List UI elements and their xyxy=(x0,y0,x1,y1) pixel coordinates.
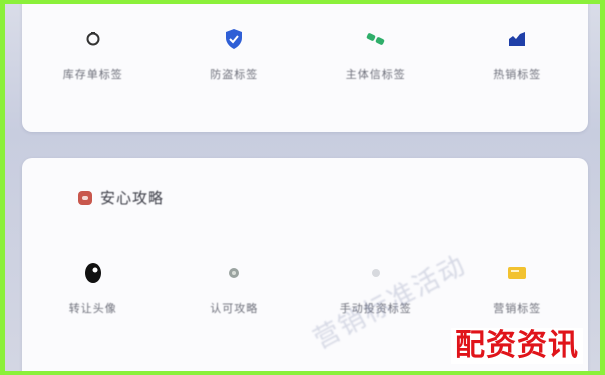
tools-grid: 库存单标签 防盗标签 主体信标签 热销标签 xyxy=(22,26,588,82)
shield-icon xyxy=(221,26,247,52)
section-title: 安心攻略 xyxy=(100,189,165,207)
guide-grid: 转让头像 认可攻略 手动投资标签 营销标签 xyxy=(22,260,588,316)
chart-icon xyxy=(504,26,530,52)
guide-item-1[interactable]: 转让头像 xyxy=(22,260,164,316)
app-screen: 库存单标签 防盗标签 主体信标签 热销标签 安心攻略 转让头像 认可攻略 手动投… xyxy=(5,4,600,371)
guide-label: 转让头像 xyxy=(68,302,117,315)
tool-label: 防盗标签 xyxy=(210,68,259,81)
tool-label: 热销标签 xyxy=(493,68,542,81)
tool-label: 库存单标签 xyxy=(62,68,123,81)
guide-item-4[interactable]: 营销标签 xyxy=(447,260,589,316)
guide-label: 营销标签 xyxy=(493,302,542,315)
clock-icon xyxy=(80,26,106,52)
tool-item-3[interactable]: 主体信标签 xyxy=(305,26,447,82)
guide-label: 认可攻略 xyxy=(210,302,259,315)
tool-item-2[interactable]: 防盗标签 xyxy=(164,26,306,82)
section-header: 安心攻略 xyxy=(78,187,164,208)
tool-item-4[interactable]: 热销标签 xyxy=(447,26,589,82)
tools-card: 库存单标签 防盗标签 主体信标签 热销标签 xyxy=(22,4,588,132)
avatar-icon xyxy=(80,260,106,286)
signal-icon xyxy=(363,26,389,52)
card-icon xyxy=(504,260,530,286)
guide-icon xyxy=(78,190,92,205)
brand-logo-text: 配资资讯 xyxy=(451,328,583,364)
tool-label: 主体信标签 xyxy=(345,68,406,81)
guide-item-2[interactable]: 认可攻略 xyxy=(164,260,306,316)
shield-small-icon xyxy=(221,260,247,286)
tool-item-1[interactable]: 库存单标签 xyxy=(22,26,164,82)
